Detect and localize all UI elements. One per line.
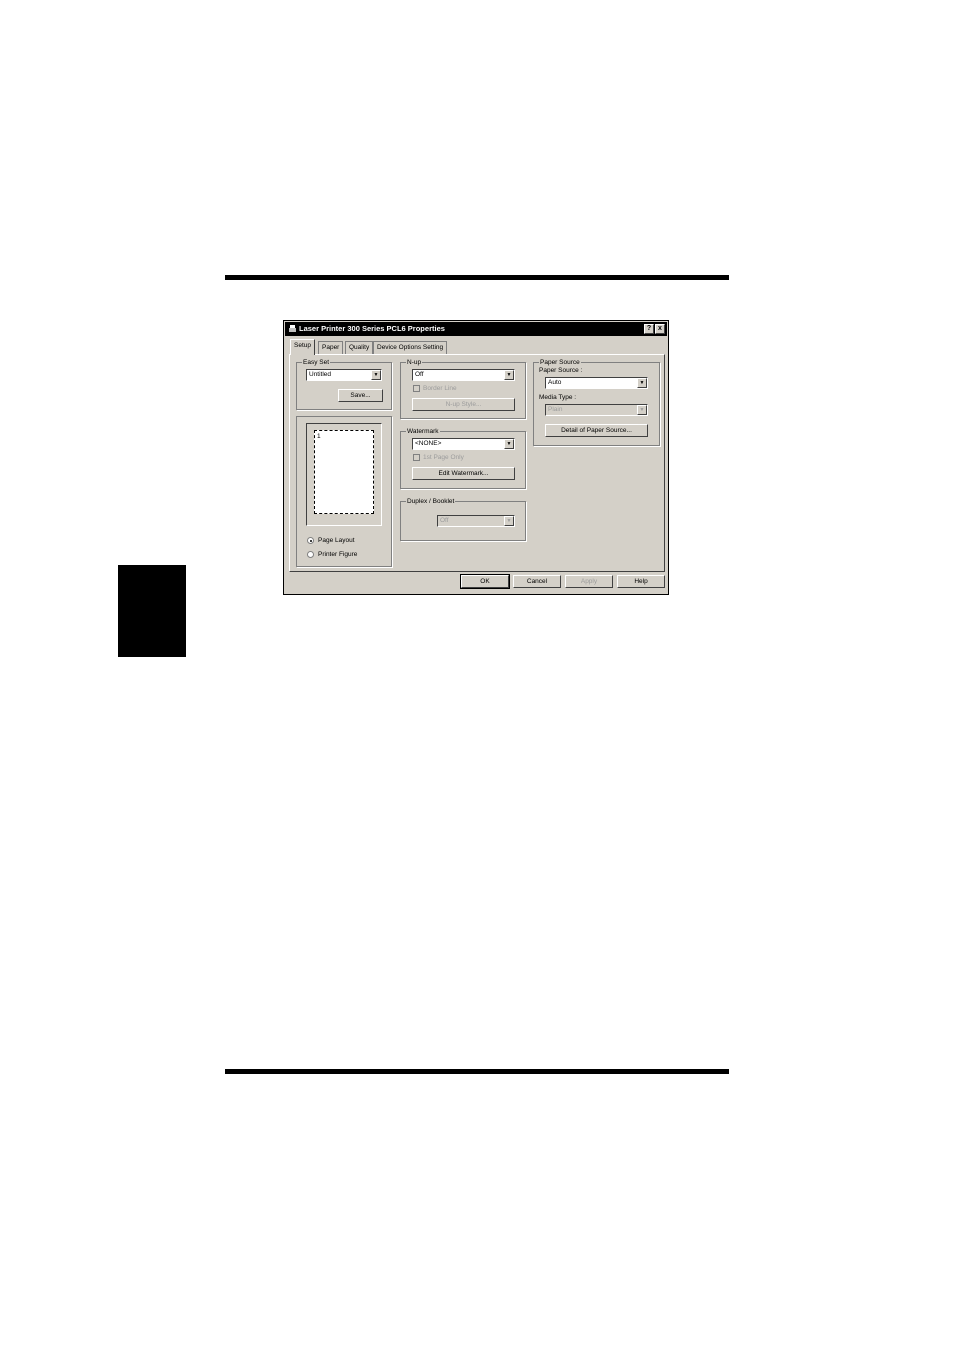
- paper-source-label: Paper Source :: [539, 367, 583, 374]
- printer-figure-label[interactable]: Printer Figure: [318, 551, 357, 559]
- easy-set-group: Easy Set Untitled ▼ Save...: [296, 358, 392, 410]
- cancel-button[interactable]: Cancel: [513, 575, 561, 588]
- media-type-label: Media Type :: [539, 394, 577, 401]
- window-title: Laser Printer 300 Series PCL6 Properties: [299, 324, 445, 333]
- duplex-booklet-legend: Duplex / Booklet: [406, 497, 456, 506]
- paper-source-group: Paper Source Paper Source : Auto ▼ Media…: [533, 358, 660, 446]
- apply-button[interactable]: Apply: [565, 575, 613, 588]
- chevron-down-icon[interactable]: ▼: [504, 370, 514, 380]
- border-line-checkbox[interactable]: [413, 385, 420, 392]
- chevron-down-icon[interactable]: ▼: [504, 439, 514, 449]
- nup-dropdown[interactable]: Off ▼: [412, 369, 515, 381]
- tab-setup[interactable]: Setup: [290, 339, 315, 355]
- detail-of-paper-source-button[interactable]: Detail of Paper Source...: [545, 424, 648, 437]
- edit-watermark-button[interactable]: Edit Watermark...: [412, 467, 515, 480]
- nup-legend: N-up: [406, 358, 423, 367]
- close-button[interactable]: x: [655, 324, 665, 334]
- duplex-value: Off: [440, 517, 449, 524]
- first-page-only-checkbox[interactable]: [413, 454, 420, 461]
- nup-group: N-up Off ▼ Border Line N-up Style...: [400, 358, 526, 419]
- border-line-label: Border Line: [423, 385, 457, 392]
- ok-button[interactable]: OK: [460, 574, 510, 589]
- printer-properties-dialog: Laser Printer 300 Series PCL6 Properties…: [283, 320, 669, 595]
- chevron-down-icon[interactable]: ▼: [371, 370, 381, 380]
- media-type-value: Plain: [548, 406, 563, 413]
- chevron-down-icon[interactable]: ▼: [637, 378, 647, 388]
- easy-set-value: Untitled: [309, 371, 332, 378]
- watermark-legend: Watermark: [406, 427, 440, 436]
- first-page-only-label: 1st Page Only: [423, 454, 464, 461]
- watermark-dropdown[interactable]: <NONE> ▼: [412, 438, 515, 450]
- title-bar: Laser Printer 300 Series PCL6 Properties…: [285, 322, 667, 336]
- preview-group: 1 Page Layout Printer Figure: [296, 416, 392, 567]
- watermark-group: Watermark <NONE> ▼ 1st Page Only Edit Wa…: [400, 427, 526, 489]
- paper-source-legend: Paper Source: [539, 358, 581, 367]
- printer-figure-radio[interactable]: [307, 551, 314, 558]
- setup-panel: Easy Set Untitled ▼ Save... 1 Page Layou…: [289, 354, 665, 572]
- chapter-tab: [118, 565, 186, 657]
- bottom-rule: [225, 1069, 729, 1074]
- media-type-dropdown[interactable]: Plain ▼: [545, 404, 648, 416]
- duplex-dropdown[interactable]: Off ▼: [437, 515, 515, 527]
- paper-source-value: Auto: [548, 379, 562, 386]
- top-rule: [225, 275, 729, 280]
- preview-area: 1: [306, 423, 382, 526]
- easy-set-dropdown[interactable]: Untitled ▼: [306, 369, 382, 381]
- page-layout-radio[interactable]: [307, 537, 314, 544]
- nup-value: Off: [415, 371, 424, 378]
- tab-paper[interactable]: Paper: [318, 341, 344, 354]
- easy-set-legend: Easy Set: [302, 358, 331, 367]
- tab-quality[interactable]: Quality: [345, 341, 374, 354]
- nup-style-button[interactable]: N-up Style...: [412, 398, 515, 411]
- page-number: 1: [317, 433, 321, 440]
- chevron-down-icon[interactable]: ▼: [504, 516, 514, 526]
- page-layout-label[interactable]: Page Layout: [318, 537, 355, 545]
- save-button[interactable]: Save...: [338, 389, 383, 402]
- paper-source-dropdown[interactable]: Auto ▼: [545, 377, 648, 389]
- page-preview: 1: [314, 430, 374, 514]
- chevron-down-icon[interactable]: ▼: [637, 405, 647, 415]
- printer-icon: [289, 325, 296, 332]
- watermark-value: <NONE>: [415, 440, 442, 447]
- help-button[interactable]: Help: [617, 575, 665, 588]
- tab-device-options-setting[interactable]: Device Options Setting: [373, 341, 448, 354]
- duplex-booklet-group: Duplex / Booklet Off ▼: [400, 497, 526, 541]
- help-title-button[interactable]: ?: [644, 324, 654, 334]
